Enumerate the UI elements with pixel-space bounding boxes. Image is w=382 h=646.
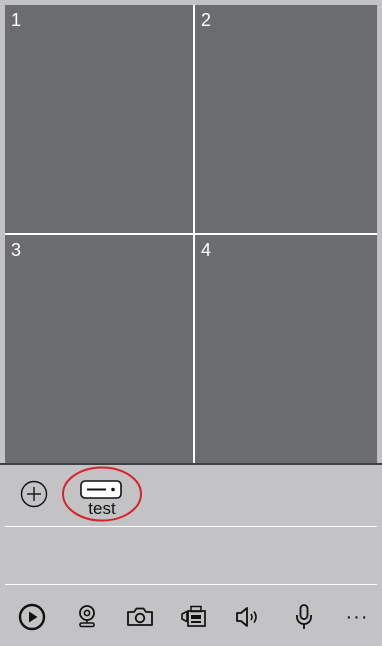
video-cell-1[interactable]: 1 <box>5 5 193 233</box>
separator <box>5 584 377 585</box>
more-icon: ··· <box>345 605 369 628</box>
video-grid: 1 2 3 4 <box>5 5 377 463</box>
webcam-button[interactable] <box>70 600 104 634</box>
video-cell-3[interactable]: 3 <box>5 235 193 463</box>
microphone-icon <box>296 604 312 629</box>
talk-button[interactable] <box>287 600 321 634</box>
cell-number: 1 <box>11 10 22 30</box>
plus-circle-icon <box>20 480 48 508</box>
audio-button[interactable] <box>231 600 265 634</box>
add-device-button[interactable] <box>20 480 48 508</box>
nvr-device-icon <box>80 480 122 499</box>
video-cell-2[interactable]: 2 <box>195 5 377 233</box>
separator <box>5 526 377 527</box>
cell-number: 3 <box>11 240 22 260</box>
snapshot-button[interactable] <box>123 600 157 634</box>
speaker-icon <box>236 607 257 627</box>
camera-icon <box>127 607 153 626</box>
panel-divider <box>0 463 382 465</box>
webcam-icon <box>79 605 95 628</box>
video-cell-4[interactable]: 4 <box>195 235 377 463</box>
video-record-icon <box>181 605 206 627</box>
cell-number: 4 <box>201 240 212 260</box>
bottom-toolbar: ··· <box>0 592 382 640</box>
device-name: test <box>88 499 116 518</box>
play-icon <box>18 603 46 631</box>
more-button[interactable]: ··· <box>340 600 374 634</box>
device-item-test[interactable]: test <box>62 466 142 522</box>
cell-number: 2 <box>201 10 212 30</box>
play-button[interactable] <box>15 600 49 634</box>
record-button[interactable] <box>177 600 211 634</box>
